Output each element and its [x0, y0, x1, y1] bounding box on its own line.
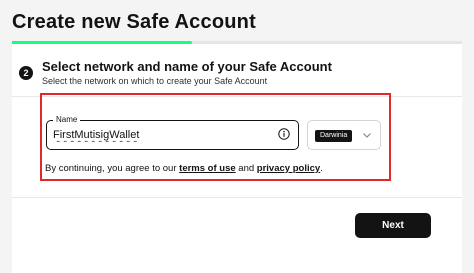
safe-name-field[interactable]: Name	[46, 115, 299, 150]
step-subtitle: Select the network on which to create yo…	[42, 76, 268, 86]
page-title: Create new Safe Account	[12, 11, 256, 33]
create-safe-card: 2 Select network and name of your Safe A…	[12, 41, 462, 273]
network-select[interactable]: Darwinia	[307, 120, 381, 150]
info-icon[interactable]	[278, 128, 290, 140]
divider	[12, 197, 462, 198]
terms-prefix: By continuing, you agree to our	[45, 163, 180, 174]
progress-bar	[12, 41, 462, 44]
privacy-policy-link[interactable]: privacy policy	[257, 163, 320, 174]
step-title: Select network and name of your Safe Acc…	[42, 59, 332, 74]
progress-bar-fill	[12, 41, 192, 44]
chevron-down-icon[interactable]	[362, 131, 372, 139]
terms-middle: and	[235, 163, 257, 174]
next-button[interactable]: Next	[355, 213, 431, 238]
network-chip: Darwinia	[315, 130, 353, 142]
safe-name-input[interactable]	[53, 128, 267, 142]
terms-of-use-link[interactable]: terms of use	[179, 163, 236, 174]
terms-suffix: .	[320, 163, 323, 174]
safe-name-label: Name	[53, 115, 81, 125]
step-number-badge: 2	[19, 66, 33, 80]
step-header: 2 Select network and name of your Safe A…	[12, 55, 462, 87]
terms-notice: By continuing, you agree to our terms of…	[45, 163, 323, 174]
